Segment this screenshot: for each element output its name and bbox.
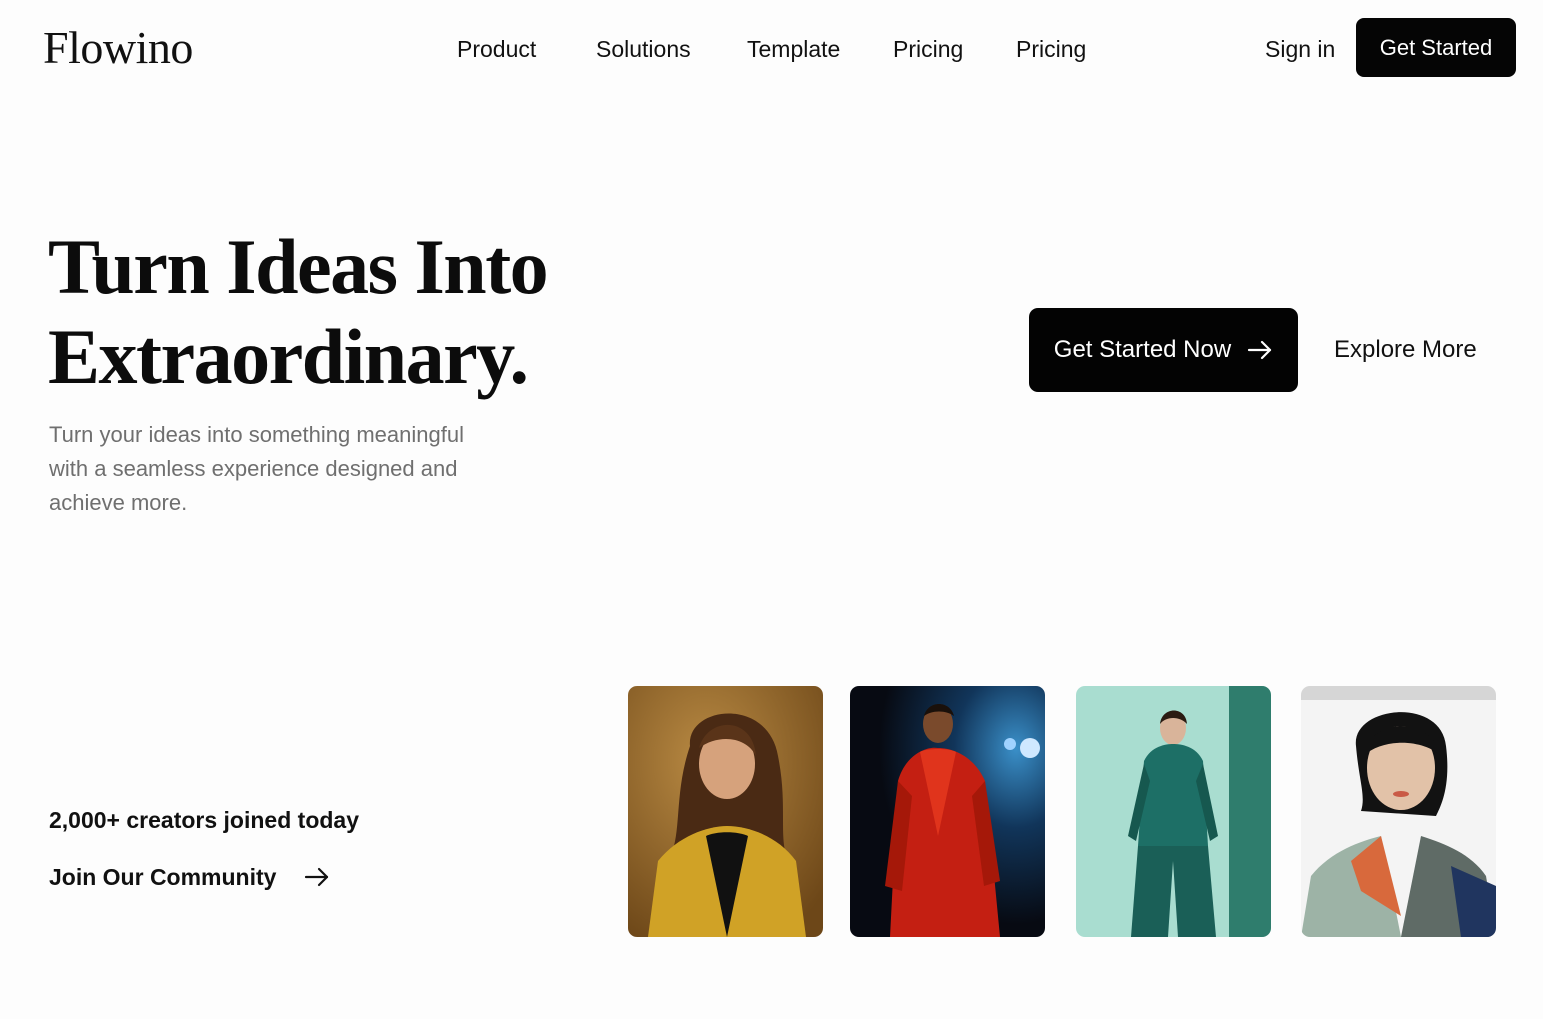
- join-community-label: Join Our Community: [49, 863, 277, 890]
- get-started-now-label: Get Started Now: [1053, 336, 1232, 363]
- nav-item-solutions[interactable]: Solutions: [596, 30, 691, 68]
- arrow-right-icon: [1248, 340, 1272, 360]
- sign-in-link[interactable]: Sign in: [1265, 30, 1335, 68]
- portrait-man-red-suit: [850, 686, 1045, 937]
- portrait-woman-teal-suit: [1076, 686, 1271, 937]
- hero-title-line-1: Turn Ideas Into: [48, 223, 549, 310]
- hero-subtitle: Turn your ideas into something meaningfu…: [49, 422, 464, 515]
- get-started-now-button[interactable]: Get Started Now: [1029, 308, 1298, 392]
- arrow-right-icon: [305, 867, 329, 887]
- nav-item-pricing-2[interactable]: Pricing: [1016, 30, 1086, 68]
- get-started-button[interactable]: Get Started: [1356, 18, 1516, 77]
- hero-title-line-2: Extraordinary.: [48, 313, 529, 400]
- brand-logo[interactable]: Flowino: [43, 20, 193, 76]
- portrait-woman-yellow-jacket: [628, 686, 823, 937]
- creators-count-text: 2,000+ creators joined today: [49, 807, 359, 833]
- explore-more-link[interactable]: Explore More: [1334, 331, 1477, 369]
- join-community-link[interactable]: Join Our Community: [49, 860, 330, 894]
- nav-item-template[interactable]: Template: [747, 30, 840, 68]
- nav-item-pricing[interactable]: Pricing: [893, 30, 963, 68]
- hero-title: Turn Ideas Into Extraordinary.: [48, 222, 668, 402]
- portrait-woman-colorblock-blazer: [1301, 686, 1496, 937]
- nav-item-product[interactable]: Product: [457, 30, 536, 68]
